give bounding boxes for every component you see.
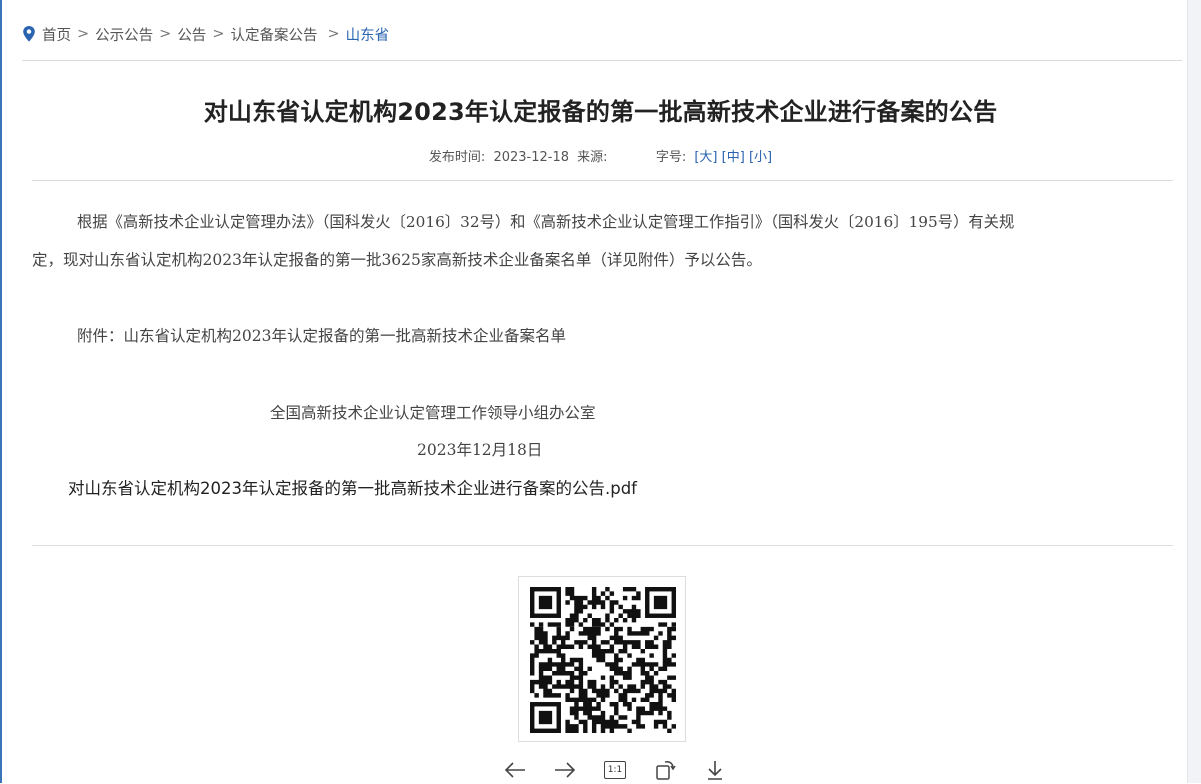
actual-size-label: 1:1 [604,761,626,779]
attachment-line: 附件：山东省认定机构2023年认定报备的第一批高新技术企业备案名单 [77,327,566,345]
sign-date: 2023年12月18日 [417,441,543,459]
qr-code [518,576,686,742]
breadcrumb-home[interactable]: 首页 [42,24,71,45]
paragraph-line-2: 定，现对山东省认定机构2023年认定报备的第一批3625家高新技术企业备案名单（… [32,251,762,269]
source-label: 来源: [577,150,608,165]
font-size-label: 字号: [655,150,687,165]
title-divider [32,180,1173,181]
signature: 全国高新技术企业认定管理工作领导小组办公室 [270,404,596,422]
breadcrumb-divider [22,60,1182,61]
arrow-left-icon[interactable] [490,756,540,784]
qr-code-image [530,587,676,733]
breadcrumb-separator: > [77,26,90,42]
publish-label: 发布时间: [428,150,486,165]
breadcrumb-notice[interactable]: 公告 [177,24,206,45]
actual-size-icon[interactable]: 1:1 [590,756,640,784]
download-icon[interactable] [690,756,740,784]
paragraph-line-1: 根据《高新技术企业认定管理办法》（国科发火〔2016〕32号）和《高新技术企业认… [77,213,1015,231]
breadcrumb-separator: > [159,26,172,42]
content-divider [32,545,1173,546]
publish-date: 2023-12-18 [493,150,569,165]
font-size-small-button[interactable]: [小] [749,150,772,165]
breadcrumb-current[interactable]: 山东省 [346,24,390,45]
rotate-icon[interactable] [640,756,690,784]
font-size-medium-button[interactable]: [中] [722,150,745,165]
article-meta: 发布时间: 2023-12-18 来源: 字号: [大] [中] [小] [0,146,1201,165]
breadcrumb-separator: > [327,26,340,42]
arrow-right-icon[interactable] [540,756,590,784]
breadcrumb: 首页 > 公示公告 > 公告 > 认定备案公告 > 山东省 [22,22,389,46]
pdf-attachment-link[interactable]: 对山东省认定机构2023年认定报备的第一批高新技术企业进行备案的公告.pdf [68,475,637,499]
font-size-large-button[interactable]: [大] [694,150,717,165]
image-viewer-toolbar: 1:1 [490,756,740,784]
location-pin-icon [22,25,36,43]
breadcrumb-announcements[interactable]: 公示公告 [95,24,153,45]
breadcrumb-separator: > [212,26,225,42]
breadcrumb-filing-notice[interactable]: 认定备案公告 [230,24,317,45]
page-title: 对山东省认定机构2023年认定报备的第一批高新技术企业进行备案的公告 [203,98,998,126]
